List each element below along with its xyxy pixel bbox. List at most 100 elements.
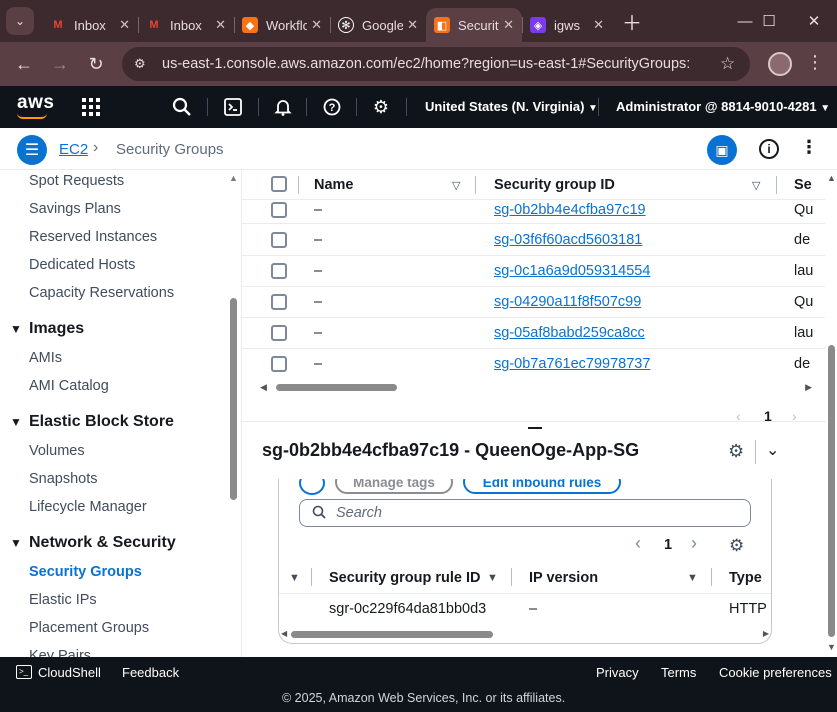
info-icon[interactable]: i xyxy=(759,139,779,159)
sidebar-scrollbar[interactable]: ▲ xyxy=(229,170,239,657)
profile-avatar[interactable] xyxy=(768,52,792,76)
edit-inbound-rules-button[interactable]: Edit inbound rules xyxy=(463,479,621,494)
region-selector[interactable]: United States (N. Virginia) ▼ xyxy=(425,99,598,114)
scroll-right-icon[interactable]: ▶ xyxy=(805,382,812,393)
row-checkbox[interactable] xyxy=(271,325,287,341)
close-tab-icon[interactable]: ✕ xyxy=(215,17,226,33)
main-vertical-scrollbar[interactable]: ▲ ▼ xyxy=(826,170,837,657)
table-horizontal-scrollbar[interactable]: ◀ ▶ xyxy=(260,382,812,393)
sort-icon[interactable]: ▽ xyxy=(752,179,760,192)
feedback-link[interactable]: Feedback xyxy=(122,665,179,680)
nav-link-capacity-reservations[interactable]: Capacity Reservations xyxy=(29,285,174,301)
sidebar-scroll-thumb[interactable] xyxy=(230,298,237,500)
cloudshell-link[interactable]: CloudShell xyxy=(38,665,101,680)
column-header-description[interactable]: Se xyxy=(794,177,812,193)
forward-icon[interactable]: → xyxy=(42,54,78,75)
scroll-left-icon[interactable]: ◀ xyxy=(260,382,267,393)
previous-page-icon[interactable]: ‹ xyxy=(635,533,641,554)
scroll-up-icon[interactable]: ▲ xyxy=(827,173,836,183)
search-input[interactable]: Search xyxy=(299,499,751,527)
close-tab-icon[interactable]: ✕ xyxy=(311,17,322,33)
rules-horizontal-scrollbar[interactable]: ◀ ▶ xyxy=(281,629,769,639)
table-row[interactable]: – sg-0b2bb4e4cfba97c19 Qu xyxy=(242,200,825,224)
browser-tab-active[interactable]: ◧ Security Groups ✕ xyxy=(426,8,522,42)
services-grid-icon[interactable] xyxy=(78,94,104,120)
column-divider[interactable] xyxy=(776,176,777,194)
nav-link-ami-catalog[interactable]: AMI Catalog xyxy=(29,378,109,394)
browser-tab[interactable]: ◈ igws ✕ xyxy=(522,8,612,42)
security-group-id-link[interactable]: sg-03f6f60acd5603181 xyxy=(494,232,642,248)
url-text[interactable]: us-east-1.console.aws.amazon.com/ec2/hom… xyxy=(162,56,720,72)
nav-link-amis[interactable]: AMIs xyxy=(29,350,62,366)
nav-link-lifecycle-manager[interactable]: Lifecycle Manager xyxy=(29,499,147,515)
scroll-up-icon[interactable]: ▲ xyxy=(229,173,238,183)
browser-menu-icon[interactable]: ⋮ xyxy=(806,52,824,73)
terms-link[interactable]: Terms xyxy=(661,665,696,680)
cloudshell-icon[interactable]: >_ xyxy=(16,665,32,679)
privacy-link[interactable]: Privacy xyxy=(596,665,639,680)
tab-search-icon[interactable]: ⌄ xyxy=(6,7,34,35)
select-all-checkbox[interactable] xyxy=(271,176,287,192)
nav-section-images[interactable]: ▼ Images xyxy=(10,320,84,338)
browser-tab[interactable]: M Inbox ✕ xyxy=(42,8,138,42)
security-group-id-link[interactable]: sg-05af8babd259ca8cc xyxy=(494,325,645,341)
maximize-icon[interactable]: ☐ xyxy=(746,0,792,42)
nav-link-savings-plans[interactable]: Savings Plans xyxy=(29,201,121,217)
column-header-rule-id[interactable]: Security group rule ID xyxy=(329,570,480,586)
browser-tab[interactable]: ✻ Google ✕ xyxy=(330,8,426,42)
search-icon[interactable] xyxy=(169,94,195,120)
table-row[interactable]: – sg-03f6f60acd5603181 de xyxy=(242,225,825,256)
row-checkbox[interactable] xyxy=(271,356,287,372)
main-scroll-thumb[interactable] xyxy=(828,345,835,637)
split-panel-toggle-icon[interactable]: ▣ xyxy=(707,135,737,165)
address-bar[interactable]: ⚙ us-east-1.console.aws.amazon.com/ec2/h… xyxy=(122,47,750,81)
split-panel-settings-icon[interactable]: ⚙ xyxy=(728,441,744,462)
nav-link-elastic-ips[interactable]: Elastic IPs xyxy=(29,592,97,608)
refresh-icon[interactable] xyxy=(299,479,325,495)
breadcrumb-ec2-link[interactable]: EC2 xyxy=(59,141,88,158)
table-row[interactable]: – sg-0c1a6a9d059314554 lau xyxy=(242,256,825,287)
new-tab-icon[interactable]: ＋ xyxy=(622,7,642,36)
row-checkbox[interactable] xyxy=(271,232,287,248)
bookmark-star-icon[interactable]: ☆ xyxy=(720,54,750,74)
sort-icon[interactable]: ▼ xyxy=(289,572,300,584)
sort-icon[interactable]: ▽ xyxy=(452,179,460,192)
nav-section-ebs[interactable]: ▼ Elastic Block Store xyxy=(10,413,174,431)
help-icon[interactable]: ? xyxy=(319,94,345,120)
row-checkbox[interactable] xyxy=(271,202,287,218)
scroll-right-icon[interactable]: ▶ xyxy=(763,629,769,638)
notifications-bell-icon[interactable] xyxy=(270,94,296,120)
reload-icon[interactable]: ↻ xyxy=(78,54,114,75)
close-tab-icon[interactable]: ✕ xyxy=(593,17,604,33)
column-header-security-group-id[interactable]: Security group ID xyxy=(494,177,615,193)
scroll-down-icon[interactable]: ▼ xyxy=(827,642,836,652)
nav-link-security-groups[interactable]: Security Groups xyxy=(29,564,142,580)
browser-tab[interactable]: M Inbox ✕ xyxy=(138,8,234,42)
sort-icon[interactable]: ▼ xyxy=(487,572,498,584)
sort-icon[interactable]: ▼ xyxy=(687,572,698,584)
security-group-id-link[interactable]: sg-0c1a6a9d059314554 xyxy=(494,263,650,279)
browser-tab[interactable]: ◆ Workflows ✕ xyxy=(234,8,330,42)
side-nav-menu-icon[interactable]: ☰ xyxy=(17,135,47,165)
split-panel-resize-handle[interactable] xyxy=(528,427,542,429)
nav-section-network-security[interactable]: ▼ Network & Security xyxy=(10,534,176,552)
collapse-chevron-icon[interactable]: ⌄ xyxy=(766,440,779,460)
manage-tags-button[interactable]: Manage tags xyxy=(335,479,453,494)
column-divider[interactable] xyxy=(711,568,712,586)
security-group-id-link[interactable]: sg-0b2bb4e4cfba97c19 xyxy=(494,202,646,218)
table-scroll-thumb[interactable] xyxy=(276,384,397,391)
cookie-preferences-link[interactable]: Cookie preferences xyxy=(719,665,832,680)
site-info-icon[interactable]: ⚙ xyxy=(134,56,156,72)
row-checkbox[interactable] xyxy=(271,294,287,310)
table-row[interactable]: – sg-05af8babd259ca8cc lau xyxy=(242,318,825,349)
back-icon[interactable]: ← xyxy=(6,54,42,75)
nav-link-key-pairs[interactable]: Key Pairs xyxy=(29,648,91,657)
close-tab-icon[interactable]: ✕ xyxy=(407,17,418,33)
row-checkbox[interactable] xyxy=(271,263,287,279)
settings-gear-icon[interactable]: ⚙ xyxy=(368,94,394,120)
nav-link-volumes[interactable]: Volumes xyxy=(29,443,85,459)
column-divider[interactable] xyxy=(475,176,476,194)
aws-logo[interactable]: aws xyxy=(17,92,54,119)
next-page-icon[interactable]: › xyxy=(691,533,697,554)
close-tab-icon[interactable]: ✕ xyxy=(119,17,130,33)
